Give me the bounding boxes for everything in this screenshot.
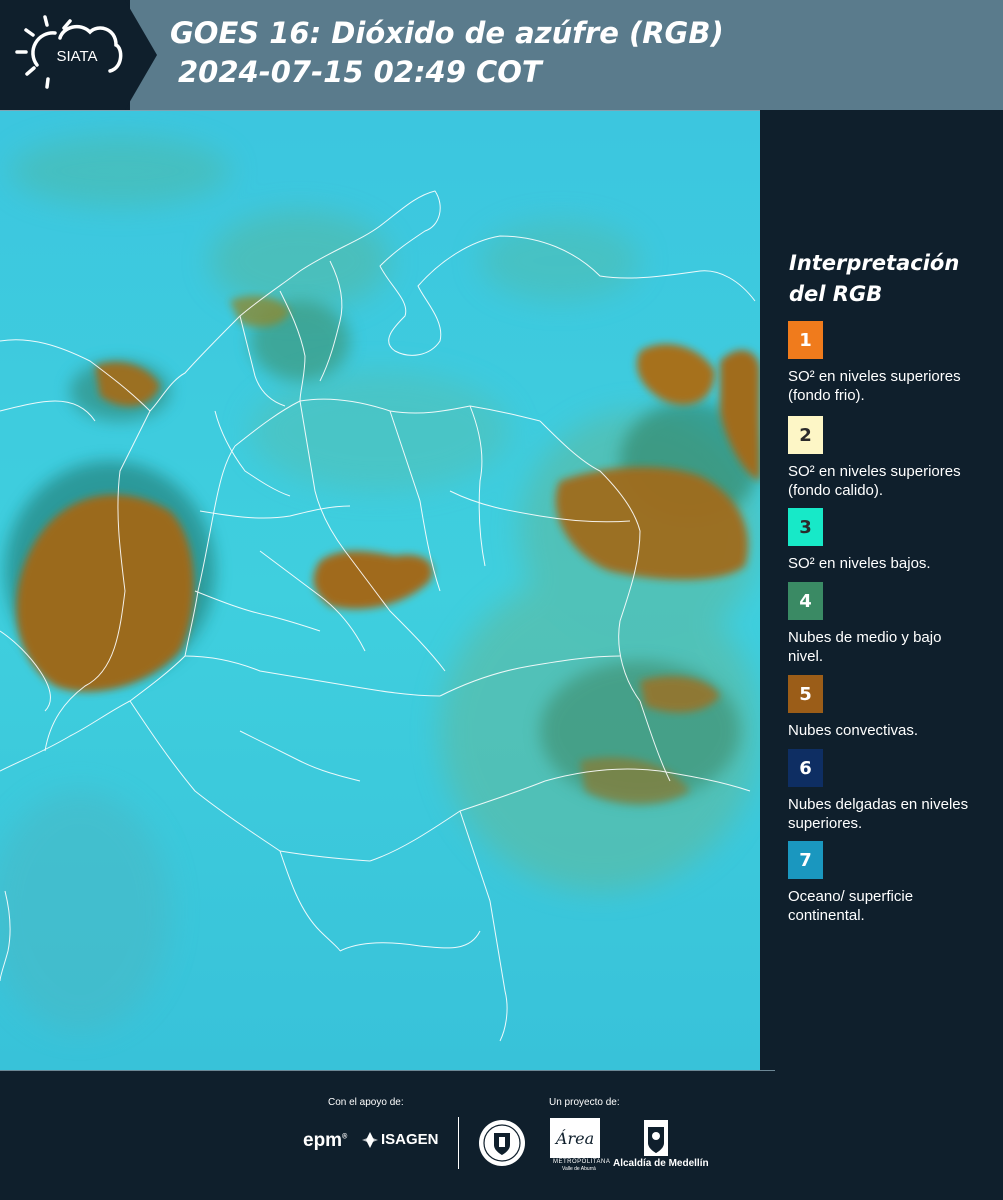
logo-divider — [458, 1117, 459, 1169]
legend-item-5: 5 Nubes convectivas. — [788, 675, 988, 740]
satellite-map[interactable] — [0, 110, 760, 1070]
support-label: Con el apoyo de: — [328, 1097, 404, 1108]
legend-swatch-7: 7 — [788, 841, 823, 879]
page-title: GOES 16: Dióxido de azúfre (RGB) — [170, 16, 724, 50]
legend-item-6: 6 Nubes delgadas en niveles superiores. — [788, 749, 988, 833]
area-metropolitana-logo: Área — [550, 1118, 600, 1158]
legend-title-line1: Interpretación — [789, 251, 960, 275]
legend-label-1: SO² en niveles superiores (fondo frio). — [788, 368, 961, 404]
legend-swatch-4: 4 — [788, 582, 823, 620]
valle-aburra-text: Valle de Aburrá — [562, 1166, 596, 1172]
project-label: Un proyecto de: — [549, 1097, 620, 1108]
area-logo-text: Área — [554, 1128, 594, 1148]
registered-mark-icon: ® — [342, 1133, 348, 1141]
legend-item-4: 4 Nubes de medio y bajo nivel. — [788, 582, 988, 666]
legend-item-2: 2 SO² en niveles superiores (fondo calid… — [788, 416, 988, 500]
footer: Con el apoyo de: Un proyecto de: epm® IS… — [0, 1070, 1003, 1200]
legend-swatch-3: 3 — [788, 508, 823, 546]
legend-label-4: Nubes de medio y bajo nivel. — [788, 629, 942, 665]
header: SIATA GOES 16: Dióxido de azúfre (RGB) 2… — [0, 0, 1003, 110]
legend-swatch-2: 2 — [788, 416, 823, 454]
legend-label-3: SO² en niveles bajos. — [788, 555, 931, 572]
legend-label-5: Nubes convectivas. — [788, 722, 919, 739]
isagen-icon — [362, 1131, 378, 1148]
legend-title: Interpretación del RGB — [789, 248, 989, 310]
legend-label-7: Oceano/ superficie continental. — [788, 888, 914, 924]
legend-item-3: 3 SO² en niveles bajos. — [788, 508, 988, 573]
isagen-logo-text: ISAGEN — [381, 1131, 439, 1148]
legend-title-line2: del RGB — [789, 282, 883, 306]
legend-swatch-5: 5 — [788, 675, 823, 713]
siata-logo: SIATA — [0, 0, 160, 110]
legend-panel: Interpretación del RGB 1 SO² en niveles … — [760, 110, 1003, 1070]
page-timestamp: 2024-07-15 02:49 COT — [178, 55, 542, 89]
area-metropolitana-text: METROPOLITANA — [553, 1159, 611, 1165]
legend-label-2: SO² en niveles superiores (fondo calido)… — [788, 463, 961, 499]
footer-divider-line — [0, 1070, 775, 1071]
legend-item-7: 7 Oceano/ superficie continental. — [788, 841, 988, 925]
legend-swatch-6: 6 — [788, 749, 823, 787]
alcaldia-shield-icon — [644, 1120, 668, 1156]
epm-logo: epm® — [303, 1130, 347, 1152]
legend-label-6: Nubes delgadas en niveles superiores. — [788, 796, 969, 832]
siata-logo-text: SIATA — [56, 48, 97, 65]
isagen-logo: ISAGEN — [362, 1131, 439, 1148]
alcaldia-text: Alcaldía de Medellín — [613, 1158, 709, 1169]
medellin-seal-icon — [479, 1120, 525, 1166]
legend-swatch-1: 1 — [788, 321, 823, 359]
epm-logo-text: epm — [303, 1130, 343, 1151]
legend-item-1: 1 SO² en niveles superiores (fondo frio)… — [788, 321, 988, 405]
